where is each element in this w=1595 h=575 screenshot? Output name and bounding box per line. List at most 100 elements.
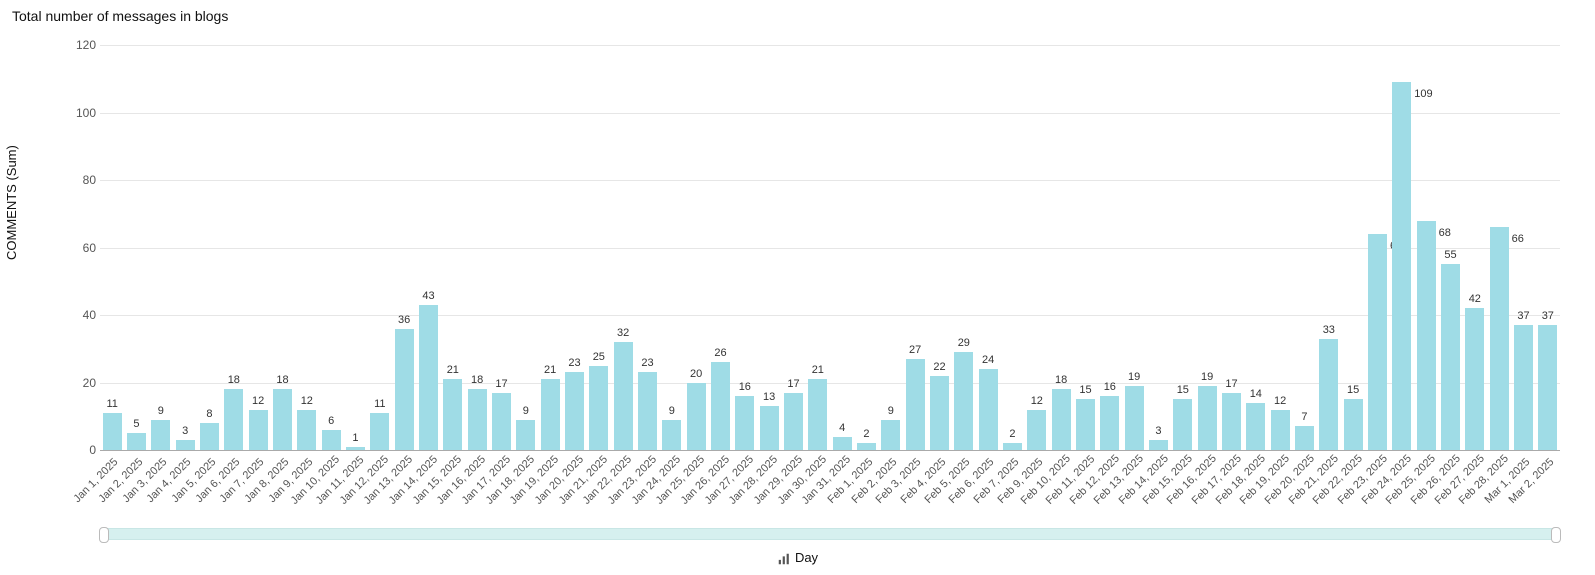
bar[interactable]: 66 <box>1490 227 1509 450</box>
bar[interactable]: 22 <box>930 376 949 450</box>
bar-value: 29 <box>954 337 973 349</box>
bar[interactable]: 17 <box>784 393 803 450</box>
bar[interactable]: 17 <box>1222 393 1241 450</box>
bar[interactable]: 3 <box>1149 440 1168 450</box>
bar[interactable]: 55 <box>1441 264 1460 450</box>
bar-chart-icon <box>777 552 791 566</box>
y-tick: 100 <box>66 106 96 120</box>
bar[interactable]: 9 <box>881 420 900 450</box>
bar[interactable]: 12 <box>1271 410 1290 451</box>
bar-value: 37 <box>1514 310 1533 322</box>
bar[interactable]: 37 <box>1538 325 1557 450</box>
bar[interactable]: 12 <box>297 410 316 451</box>
bar[interactable]: 13 <box>760 406 779 450</box>
bar[interactable]: 1 <box>346 447 365 450</box>
bar-value: 18 <box>224 374 243 386</box>
bar[interactable]: 37 <box>1514 325 1533 450</box>
bar[interactable]: 17 <box>492 393 511 450</box>
y-tick: 60 <box>66 241 96 255</box>
bar[interactable]: 29 <box>954 352 973 450</box>
bar[interactable]: 12 <box>249 410 268 451</box>
bar-value: 23 <box>638 357 657 369</box>
bar-value: 21 <box>541 364 560 376</box>
bar[interactable]: 19 <box>1198 386 1217 450</box>
range-scrollbar[interactable] <box>100 528 1560 540</box>
bar[interactable]: 42 <box>1465 308 1484 450</box>
bar[interactable]: 9 <box>516 420 535 450</box>
bar[interactable]: 15 <box>1076 399 1095 450</box>
bar[interactable]: 9 <box>662 420 681 450</box>
y-tick: 120 <box>66 38 96 52</box>
bar[interactable]: 25 <box>589 366 608 450</box>
bar-value: 17 <box>784 378 803 390</box>
bar-value: 37 <box>1538 310 1557 322</box>
bar-value: 6 <box>322 415 341 427</box>
bar[interactable]: 15 <box>1344 399 1363 450</box>
bar-value: 13 <box>760 391 779 403</box>
bar-value: 2 <box>1003 428 1022 440</box>
bar[interactable]: 12 <box>1027 410 1046 451</box>
bar[interactable]: 2 <box>1003 443 1022 450</box>
range-start-handle[interactable] <box>99 527 109 543</box>
bar[interactable]: 32 <box>614 342 633 450</box>
bar-value: 55 <box>1441 249 1460 261</box>
bar-value: 32 <box>614 327 633 339</box>
range-end-handle[interactable] <box>1551 527 1561 543</box>
bar[interactable]: 19 <box>1125 386 1144 450</box>
bar[interactable]: 2 <box>857 443 876 450</box>
bar[interactable]: 5 <box>127 433 146 450</box>
bar[interactable]: 14 <box>1246 403 1265 450</box>
bar[interactable]: 7 <box>1295 426 1314 450</box>
bar[interactable]: 16 <box>735 396 754 450</box>
bar-value: 7 <box>1295 411 1314 423</box>
bar[interactable]: 21 <box>808 379 827 450</box>
y-tick: 40 <box>66 308 96 322</box>
bar-value: 11 <box>103 398 122 410</box>
bar[interactable]: 20 <box>687 383 706 451</box>
bar[interactable]: 11 <box>103 413 122 450</box>
bar-value: 5 <box>127 418 146 430</box>
bar-value: 9 <box>516 405 535 417</box>
bar-value: 3 <box>176 425 195 437</box>
bar[interactable]: 109 <box>1392 82 1411 450</box>
bar-value: 17 <box>492 378 511 390</box>
y-tick: 0 <box>66 443 96 457</box>
bar-value: 26 <box>711 347 730 359</box>
bar[interactable]: 18 <box>468 389 487 450</box>
bar[interactable]: 68 <box>1417 221 1436 451</box>
bar-value: 2 <box>857 428 876 440</box>
bar[interactable]: 21 <box>541 379 560 450</box>
bar-value: 18 <box>1052 374 1071 386</box>
bar[interactable]: 18 <box>224 389 243 450</box>
bar[interactable]: 8 <box>200 423 219 450</box>
bar-value: 12 <box>249 395 268 407</box>
bar-value: 11 <box>370 398 389 410</box>
bar[interactable]: 36 <box>395 329 414 451</box>
bar[interactable]: 24 <box>979 369 998 450</box>
bar[interactable]: 33 <box>1319 339 1338 450</box>
bar[interactable]: 18 <box>1052 389 1071 450</box>
bar-value: 27 <box>906 344 925 356</box>
bar-value: 12 <box>1271 395 1290 407</box>
bar-value: 22 <box>930 361 949 373</box>
bar[interactable]: 23 <box>638 372 657 450</box>
bar[interactable]: 64 <box>1368 234 1387 450</box>
bar[interactable]: 11 <box>370 413 389 450</box>
bar-value: 36 <box>395 314 414 326</box>
bar[interactable]: 27 <box>906 359 925 450</box>
bar[interactable]: 18 <box>273 389 292 450</box>
bar[interactable]: 16 <box>1100 396 1119 450</box>
bar-value: 14 <box>1246 388 1265 400</box>
bar[interactable]: 43 <box>419 305 438 450</box>
bar[interactable]: 21 <box>443 379 462 450</box>
bar-value: 21 <box>443 364 462 376</box>
bar-value: 21 <box>808 364 827 376</box>
bar[interactable]: 15 <box>1173 399 1192 450</box>
bar[interactable]: 9 <box>151 420 170 450</box>
bar[interactable]: 3 <box>176 440 195 450</box>
bar[interactable]: 4 <box>833 437 852 451</box>
bar-value: 15 <box>1344 384 1363 396</box>
bar[interactable]: 23 <box>565 372 584 450</box>
bar[interactable]: 26 <box>711 362 730 450</box>
bar[interactable]: 6 <box>322 430 341 450</box>
